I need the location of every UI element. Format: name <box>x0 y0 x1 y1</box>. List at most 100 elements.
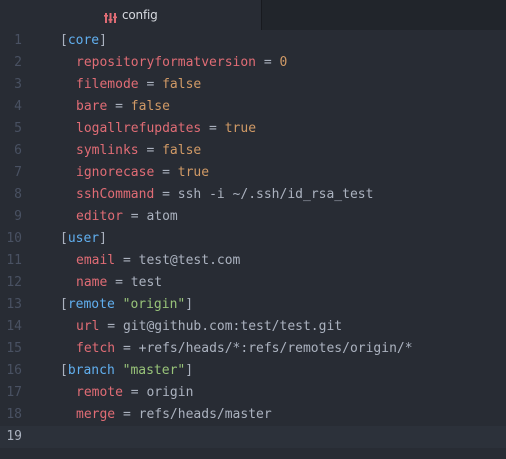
code-editor[interactable]: config 1 [core] 2 repositoryformatversion =… <box>0 0 506 459</box>
equals-sign: = <box>99 319 123 334</box>
config-value: +refs/heads/*:refs/remotes/origin/* <box>138 341 413 356</box>
config-value: ssh -i ~/.ssh/id_rsa_test <box>177 187 374 202</box>
config-key: merge <box>76 407 116 422</box>
code-text: ignorecase = true <box>60 162 209 184</box>
equals-sign: = <box>107 99 131 114</box>
code-text: repositoryformatversion = 0 <box>60 52 287 74</box>
line-number: 3 <box>14 77 22 92</box>
config-value: 0 <box>279 55 288 70</box>
line-number: 14 <box>6 319 22 334</box>
bracket-open: [ <box>60 33 68 48</box>
section-name: branch <box>67 363 115 378</box>
code-line[interactable]: 17 remote = origin <box>0 382 506 404</box>
section-name: core <box>67 33 100 48</box>
code-line[interactable]: 6 symlinks = false <box>0 140 506 162</box>
config-key: filemode <box>76 77 139 92</box>
line-number: 19 <box>6 429 22 444</box>
line-number: 10 <box>6 231 22 246</box>
bracket-close: ] <box>99 33 107 48</box>
line-number: 17 <box>6 385 22 400</box>
subsection-name: "master" <box>122 363 186 378</box>
config-value: test@test.com <box>138 253 241 268</box>
config-value: true <box>224 121 257 136</box>
code-line[interactable]: 18 merge = refs/heads/master <box>0 404 506 426</box>
code-text: url = git@github.com:test/test.git <box>60 316 342 338</box>
code-text: [remote "origin"] <box>60 294 193 316</box>
config-key: sshCommand <box>76 187 155 202</box>
code-line[interactable]: 9 editor = atom <box>0 206 506 228</box>
equals-sign: = <box>122 209 147 224</box>
line-number: 2 <box>14 55 22 70</box>
equals-sign: = <box>122 385 147 400</box>
config-key: email <box>76 253 116 268</box>
config-key: name <box>76 275 108 290</box>
code-text: sshCommand = ssh -i ~/.ssh/id_rsa_test <box>60 184 373 206</box>
config-key: editor <box>76 209 123 224</box>
code-text: merge = refs/heads/master <box>60 404 272 426</box>
config-value: origin <box>146 385 194 400</box>
config-key: remote <box>76 385 123 400</box>
code-line[interactable]: 8 sshCommand = ssh -i ~/.ssh/id_rsa_test <box>0 184 506 206</box>
bracket-open: [ <box>60 231 68 246</box>
equals-sign: = <box>154 187 178 202</box>
tab-config[interactable]: config <box>0 0 262 30</box>
code-line[interactable]: 11 email = test@test.com <box>0 250 506 272</box>
code-text: [user] <box>60 228 107 250</box>
config-value: test <box>130 275 163 290</box>
line-number: 9 <box>14 209 22 224</box>
code-line[interactable]: 5 logallrefupdates = true <box>0 118 506 140</box>
code-text: editor = atom <box>60 206 178 228</box>
code-lines[interactable]: 1 [core] 2 repositoryformatversion = 0 3 file… <box>0 30 506 448</box>
config-key: logallrefupdates <box>76 121 202 136</box>
bracket-close: ] <box>99 231 107 246</box>
code-line[interactable]: 10 [user] <box>0 228 506 250</box>
config-value: false <box>162 143 202 158</box>
subsection-name: "origin" <box>122 297 186 312</box>
bracket-open: [ <box>60 363 68 378</box>
config-key: url <box>76 319 100 334</box>
line-number: 5 <box>14 121 22 136</box>
code-text: bare = false <box>60 96 170 118</box>
code-line[interactable]: 4 bare = false <box>0 96 506 118</box>
line-number: 18 <box>6 407 22 422</box>
line-number: 8 <box>14 187 22 202</box>
equals-sign: = <box>115 253 139 268</box>
code-line[interactable]: 3 filemode = false <box>0 74 506 96</box>
equals-sign: = <box>138 77 163 92</box>
config-value: false <box>162 77 202 92</box>
equals-sign: = <box>256 55 280 70</box>
tab-title: config <box>122 8 158 22</box>
code-line[interactable]: 19 <box>0 426 506 448</box>
code-line[interactable]: 2 repositoryformatversion = 0 <box>0 52 506 74</box>
config-value: git@github.com:test/test.git <box>122 319 343 334</box>
config-value: true <box>177 165 210 180</box>
code-text: fetch = +refs/heads/*:refs/remotes/origi… <box>60 338 413 360</box>
line-number: 6 <box>14 143 22 158</box>
code-line[interactable]: 14 url = git@github.com:test/test.git <box>0 316 506 338</box>
code-line[interactable]: 1 [core] <box>0 30 506 52</box>
config-key: repositoryformatversion <box>76 55 257 70</box>
equals-sign: = <box>201 121 225 136</box>
config-value: false <box>130 99 170 114</box>
code-text: [core] <box>60 30 107 52</box>
equals-sign: = <box>115 341 139 356</box>
code-line[interactable]: 7 ignorecase = true <box>0 162 506 184</box>
code-text: email = test@test.com <box>60 250 240 272</box>
config-key: symlinks <box>76 143 139 158</box>
code-line[interactable]: 12 name = test <box>0 272 506 294</box>
tab-bar: config <box>0 0 506 30</box>
equals-sign: = <box>154 165 178 180</box>
code-text: [branch "master"] <box>60 360 193 382</box>
code-line[interactable]: 13 [remote "origin"] <box>0 294 506 316</box>
section-name: user <box>67 231 100 246</box>
code-line[interactable]: 15 fetch = +refs/heads/*:refs/remotes/ori… <box>0 338 506 360</box>
line-number: 15 <box>6 341 22 356</box>
code-text: name = test <box>60 272 162 294</box>
config-value: refs/heads/master <box>138 407 272 422</box>
code-line[interactable]: 16 [branch "master"] <box>0 360 506 382</box>
code-text: remote = origin <box>60 382 193 404</box>
git-config-icon <box>104 9 117 23</box>
section-name: remote <box>67 297 115 312</box>
equals-sign: = <box>115 407 139 422</box>
code-text: logallrefupdates = true <box>60 118 256 140</box>
